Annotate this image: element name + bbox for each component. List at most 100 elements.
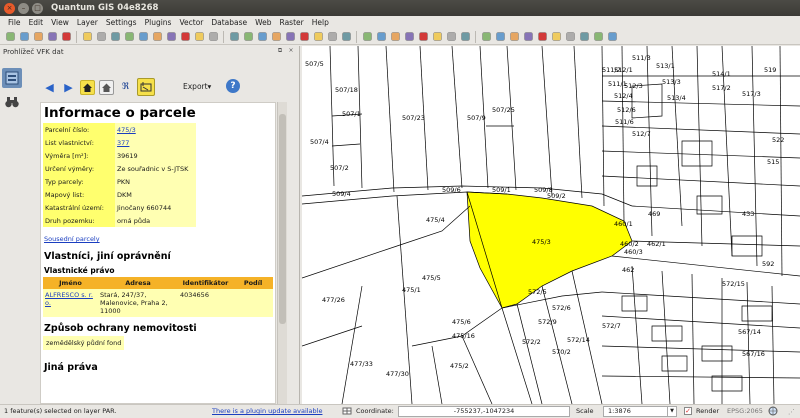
remove-layer-icon[interactable] <box>578 31 590 43</box>
plugin-update-link[interactable]: There is a plugin update available <box>212 407 322 415</box>
add-spatialite-icon[interactable] <box>522 31 534 43</box>
node-icon[interactable] <box>151 31 163 43</box>
parcel-field-value[interactable]: 475/3 <box>115 123 196 136</box>
parcel-field-label: Druh pozemku: <box>43 214 115 227</box>
export-menu-button[interactable]: Export▾ <box>183 82 211 91</box>
deselect-icon[interactable] <box>403 31 415 43</box>
digitize-icon[interactable] <box>81 31 93 43</box>
coordinate-field[interactable]: -755237,-1047234 <box>398 406 570 417</box>
identify-icon[interactable] <box>361 31 373 43</box>
projection-icon[interactable] <box>768 406 778 416</box>
binoculars-icon[interactable] <box>2 92 22 112</box>
plugin-icon[interactable] <box>606 31 618 43</box>
help-icon[interactable]: ? <box>226 79 240 93</box>
main-toolbar <box>0 29 800 45</box>
other-rights-heading: Jiná práva <box>44 362 98 373</box>
add-wms-icon[interactable] <box>536 31 548 43</box>
save-as-icon[interactable] <box>46 31 58 43</box>
parcel-field-label: Výměra [m²]: <box>43 149 115 162</box>
bookmark-icon[interactable] <box>445 31 457 43</box>
map-canvas[interactable]: 507/5 507/18 507/1 507/23 507/9 507/25 5… <box>302 46 800 404</box>
cut-icon[interactable] <box>179 31 191 43</box>
pan-icon[interactable] <box>228 31 240 43</box>
dock-float-button[interactable]: ⧉ <box>276 47 284 55</box>
parcel-number-label: 507/1 <box>342 110 361 118</box>
zoom-selection-icon[interactable] <box>284 31 296 43</box>
chevron-down-icon[interactable]: ▼ <box>667 407 676 416</box>
selected-parcel[interactable] <box>466 191 633 309</box>
new-layer-icon[interactable] <box>564 31 576 43</box>
menu-file[interactable]: File <box>4 18 25 27</box>
save-icon[interactable] <box>32 31 44 43</box>
add-postgis-icon[interactable] <box>508 31 520 43</box>
map-svg[interactable]: 507/5 507/18 507/1 507/23 507/9 507/25 5… <box>302 46 800 404</box>
crs-status[interactable]: EPSG:2065 <box>727 407 763 415</box>
paste-icon[interactable] <box>207 31 219 43</box>
menu-database[interactable]: Database <box>207 18 251 27</box>
neighbours-link[interactable]: Sousední parcely <box>41 227 275 243</box>
render-label: Render <box>696 407 720 415</box>
menu-web[interactable]: Web <box>251 18 275 27</box>
owner-share <box>233 289 273 317</box>
parcel-number-label: 592 <box>762 260 774 268</box>
zoom-last-icon[interactable] <box>312 31 324 43</box>
scrollbar-thumb[interactable] <box>279 114 286 324</box>
load-data-icon[interactable] <box>2 68 22 88</box>
menu-help[interactable]: Help <box>308 18 333 27</box>
menu-vector[interactable]: Vector <box>175 18 207 27</box>
copy-icon[interactable] <box>193 31 205 43</box>
zoom-out-icon[interactable] <box>256 31 268 43</box>
dock-close-button[interactable]: × <box>287 47 295 55</box>
house-icon[interactable] <box>99 79 114 95</box>
tips-icon[interactable] <box>459 31 471 43</box>
measure-icon[interactable] <box>417 31 429 43</box>
open-icon[interactable] <box>18 31 30 43</box>
add-vector-icon[interactable] <box>480 31 492 43</box>
zoom-full-icon[interactable] <box>270 31 282 43</box>
home-icon[interactable] <box>80 79 95 95</box>
parcel-number-label: 515 <box>767 158 779 166</box>
owners-icon[interactable]: ℜ <box>118 80 133 95</box>
resize-grip-icon[interactable]: ⋰ <box>788 408 795 416</box>
info-scrollbar[interactable] <box>277 102 287 404</box>
delete-icon[interactable] <box>165 31 177 43</box>
parcel-field-label: Určení výměry: <box>43 162 115 175</box>
add-wfs-icon[interactable] <box>550 31 562 43</box>
parcel-number-label: 475/5 <box>422 274 441 282</box>
parcel-number-label: 512/4 <box>614 92 633 100</box>
print-icon[interactable] <box>60 31 72 43</box>
parcel-field-value[interactable]: 377 <box>115 136 196 149</box>
menu-plugins[interactable]: Plugins <box>141 18 176 27</box>
scale-combobox[interactable]: 1:3876 ▼ <box>603 406 677 417</box>
forward-button[interactable]: ▶ <box>61 80 76 95</box>
menu-settings[interactable]: Settings <box>102 18 141 27</box>
render-checkbox[interactable]: ✓ <box>684 407 692 415</box>
maximize-window-button[interactable]: □ <box>32 2 43 14</box>
minimize-window-button[interactable]: – <box>18 2 29 14</box>
move-feature-icon[interactable] <box>137 31 149 43</box>
back-button[interactable]: ◀ <box>42 80 57 95</box>
settings-icon[interactable] <box>375 31 387 43</box>
close-window-button[interactable]: × <box>4 2 15 14</box>
toggle-extents-icon[interactable] <box>342 406 352 416</box>
select-icon[interactable] <box>389 31 401 43</box>
edit-icon[interactable] <box>95 31 107 43</box>
zoom-next-icon[interactable] <box>326 31 338 43</box>
refresh-icon[interactable] <box>340 31 352 43</box>
owner-name[interactable]: ALFRESCO s. r. o. <box>43 289 98 317</box>
menu-view[interactable]: View <box>47 18 73 27</box>
save-edits-icon[interactable] <box>109 31 121 43</box>
parcel-number-label: 475/1 <box>402 286 421 294</box>
zoom-in-icon[interactable] <box>242 31 254 43</box>
menu-raster[interactable]: Raster <box>276 18 308 27</box>
select-parcel-icon[interactable] <box>137 78 155 96</box>
python-icon[interactable] <box>592 31 604 43</box>
parcel-number-label: 512/3 <box>624 82 643 90</box>
new-icon[interactable] <box>4 31 16 43</box>
measure-area-icon[interactable] <box>431 31 443 43</box>
zoom-layer-icon[interactable] <box>298 31 310 43</box>
menu-edit[interactable]: Edit <box>25 18 48 27</box>
add-feature-icon[interactable] <box>123 31 135 43</box>
add-raster-icon[interactable] <box>494 31 506 43</box>
menu-layer[interactable]: Layer <box>73 18 102 27</box>
